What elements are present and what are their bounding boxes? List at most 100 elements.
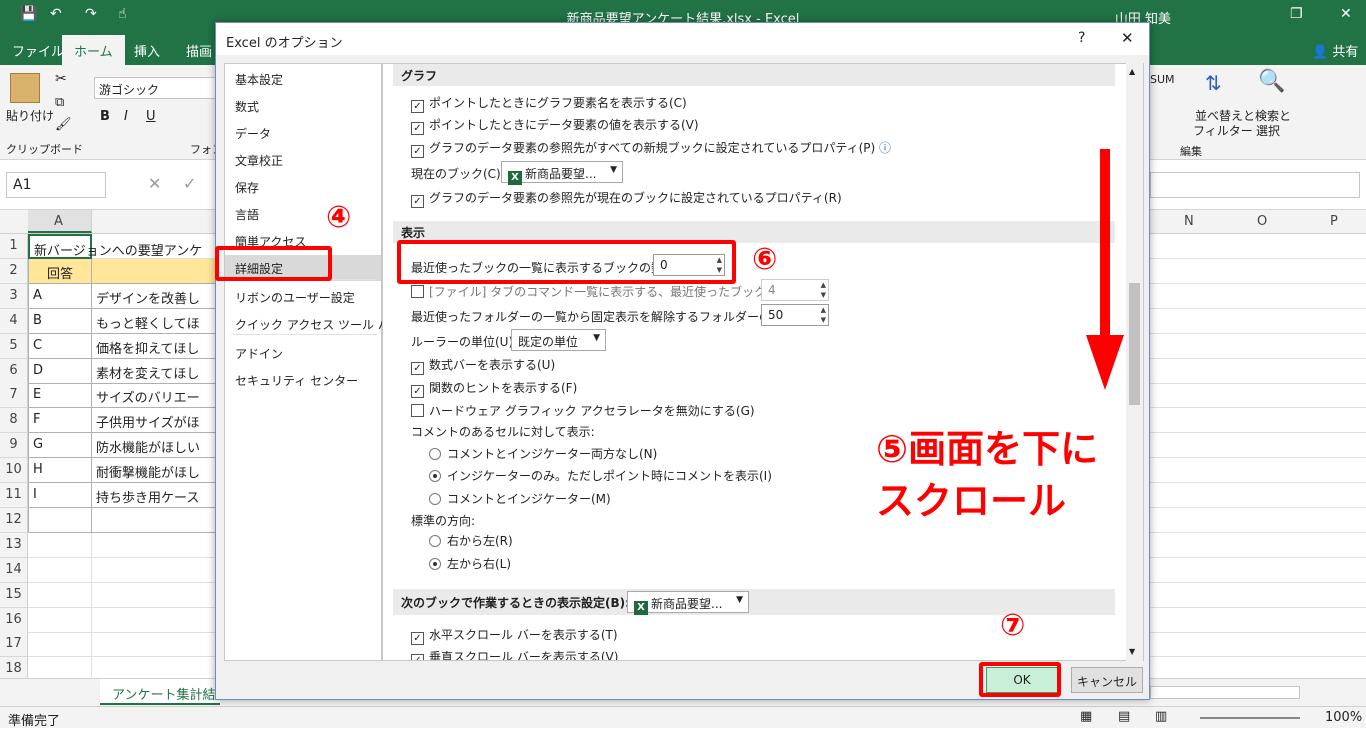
- row-header[interactable]: 3: [0, 283, 28, 309]
- page-layout-icon[interactable]: ▤: [1118, 709, 1130, 724]
- column-header-a[interactable]: A: [54, 214, 63, 229]
- help-icon[interactable]: ?: [1078, 30, 1085, 46]
- nav-item[interactable]: 保存: [225, 174, 381, 200]
- normal-view-icon[interactable]: ▦: [1080, 709, 1092, 724]
- cell[interactable]: E: [28, 383, 92, 409]
- cell[interactable]: [92, 258, 216, 284]
- func-tips-opt[interactable]: ✓ 関数のヒントを表示する(F): [411, 379, 577, 398]
- format-painter-icon[interactable]: 🖌: [55, 117, 72, 132]
- sort-label-2[interactable]: フィルター: [1193, 122, 1253, 139]
- row-header[interactable]: 6: [0, 358, 28, 384]
- paste-icon[interactable]: [10, 73, 40, 103]
- cell[interactable]: [92, 632, 216, 658]
- cell[interactable]: サイズのバリエー: [92, 383, 216, 409]
- cell[interactable]: 子供用サイズがほ: [92, 408, 216, 434]
- name-box[interactable]: A1: [6, 172, 106, 198]
- cell[interactable]: [92, 583, 216, 608]
- close-window-icon[interactable]: ✕: [1340, 6, 1352, 22]
- direction-opt-2[interactable]: 左から右(L): [429, 555, 511, 572]
- tab-insert[interactable]: 挿入: [134, 41, 160, 60]
- cell[interactable]: F: [28, 408, 92, 434]
- cell[interactable]: 素材を変えてほし: [92, 358, 216, 384]
- checkbox-unchecked-icon[interactable]: [411, 285, 424, 298]
- checkbox-checked-icon[interactable]: ✓: [411, 654, 424, 660]
- formula-bar-opt[interactable]: ✓ 数式バーを表示する(U): [411, 356, 555, 375]
- tab-home[interactable]: ホーム: [62, 35, 125, 65]
- share-button[interactable]: 👤 共有: [1312, 41, 1358, 60]
- file-tab-input[interactable]: 4 ▲ ▼: [761, 279, 829, 301]
- cell[interactable]: [92, 507, 216, 533]
- direction-opt-1[interactable]: 右から左(R): [429, 532, 513, 549]
- cell[interactable]: A: [28, 283, 92, 309]
- autosum-label[interactable]: SUM: [1150, 73, 1175, 86]
- column-header-o[interactable]: O: [1257, 214, 1267, 229]
- row-header[interactable]: 13: [0, 532, 28, 558]
- radio-icon[interactable]: [429, 448, 441, 460]
- current-book-dropdown[interactable]: X 新商品要望... ▼: [501, 161, 623, 185]
- row-header[interactable]: 2: [0, 258, 28, 284]
- nav-item[interactable]: データ: [225, 120, 381, 146]
- cell[interactable]: [28, 632, 92, 658]
- radio-selected-icon[interactable]: [429, 558, 441, 570]
- sort-filter-icon[interactable]: ⇅: [1205, 71, 1222, 95]
- row-header[interactable]: 4: [0, 308, 28, 334]
- scroll-thumb[interactable]: [1129, 283, 1140, 405]
- row-header[interactable]: 10: [0, 458, 28, 484]
- checkbox-checked-icon[interactable]: ✓: [411, 385, 424, 398]
- checkbox-checked-icon[interactable]: ✓: [411, 362, 424, 375]
- find-label-2[interactable]: 選択: [1256, 122, 1280, 139]
- paste-label[interactable]: 貼り付け: [6, 107, 54, 124]
- spinner-icon[interactable]: ▲ ▼: [821, 305, 826, 325]
- cell[interactable]: [28, 532, 92, 558]
- cell[interactable]: H: [28, 458, 92, 484]
- cell[interactable]: 新バージョンへの要望アンケ: [28, 234, 202, 259]
- cut-icon[interactable]: ✂: [55, 71, 67, 87]
- radio-icon[interactable]: [429, 535, 441, 547]
- cell[interactable]: D: [28, 358, 92, 384]
- copy-icon[interactable]: ⧉: [55, 95, 64, 110]
- dialog-close-icon[interactable]: ✕: [1121, 29, 1134, 47]
- underline-icon[interactable]: U: [146, 109, 156, 124]
- nav-item[interactable]: 文章校正: [225, 147, 381, 173]
- radio-selected-icon[interactable]: [429, 470, 441, 482]
- nav-item[interactable]: 言語: [225, 201, 381, 227]
- cell[interactable]: C: [28, 333, 92, 359]
- cancel-icon[interactable]: ✕: [148, 174, 161, 193]
- disable-hw-opt[interactable]: ハードウェア グラフィック アクセラレータを無効にする(G): [411, 402, 755, 419]
- row-header[interactable]: 11: [0, 483, 28, 508]
- row-header[interactable]: 7: [0, 383, 28, 409]
- cell[interactable]: 耐衝撃機能がほし: [92, 458, 216, 484]
- cell[interactable]: 回答: [28, 258, 92, 284]
- cell[interactable]: [28, 557, 92, 583]
- bold-icon[interactable]: B: [100, 109, 110, 124]
- comment-opt-2[interactable]: インジケーターのみ。ただしポイント時にコメントを表示(I): [429, 467, 772, 484]
- cell[interactable]: [92, 533, 216, 558]
- column-header-p[interactable]: P: [1330, 214, 1338, 229]
- row-header[interactable]: 17: [0, 632, 28, 658]
- cell[interactable]: 持ち歩き用ケース: [92, 483, 216, 508]
- cell[interactable]: 防水機能がほしい: [92, 433, 216, 459]
- tab-draw[interactable]: 描画: [186, 41, 212, 60]
- scroll-up-icon[interactable]: ▲: [1129, 67, 1135, 76]
- nav-item[interactable]: 基本設定: [225, 66, 381, 92]
- cell[interactable]: [28, 607, 92, 633]
- page-break-icon[interactable]: ▥: [1155, 709, 1167, 724]
- cell[interactable]: [92, 608, 216, 633]
- ruler-dropdown[interactable]: 既定の単位 ▼: [511, 329, 606, 351]
- formula-input[interactable]: [1150, 172, 1360, 198]
- file-tab-opt[interactable]: [ファイル] タブのコマンド一覧に表示する、最近使ったブックの数(Q):: [411, 283, 813, 300]
- row-header[interactable]: 5: [0, 333, 28, 359]
- cell[interactable]: [92, 558, 216, 583]
- cell[interactable]: B: [28, 308, 92, 334]
- sheet-tab[interactable]: アンケート集計結果: [100, 679, 220, 705]
- checkbox-checked-icon[interactable]: ✓: [411, 100, 424, 113]
- spinner-icon[interactable]: ▲ ▼: [821, 280, 826, 300]
- row-header[interactable]: 14: [0, 557, 28, 583]
- cell[interactable]: [28, 507, 92, 533]
- checkbox-checked-icon[interactable]: ✓: [411, 122, 424, 135]
- hscroll-opt[interactable]: ✓ 水平スクロール バーを表示する(T): [411, 626, 618, 645]
- row-header[interactable]: 15: [0, 582, 28, 608]
- checkbox-checked-icon[interactable]: ✓: [411, 632, 424, 645]
- nav-item[interactable]: セキュリティ センター: [225, 367, 381, 393]
- row-header[interactable]: 9: [0, 433, 28, 459]
